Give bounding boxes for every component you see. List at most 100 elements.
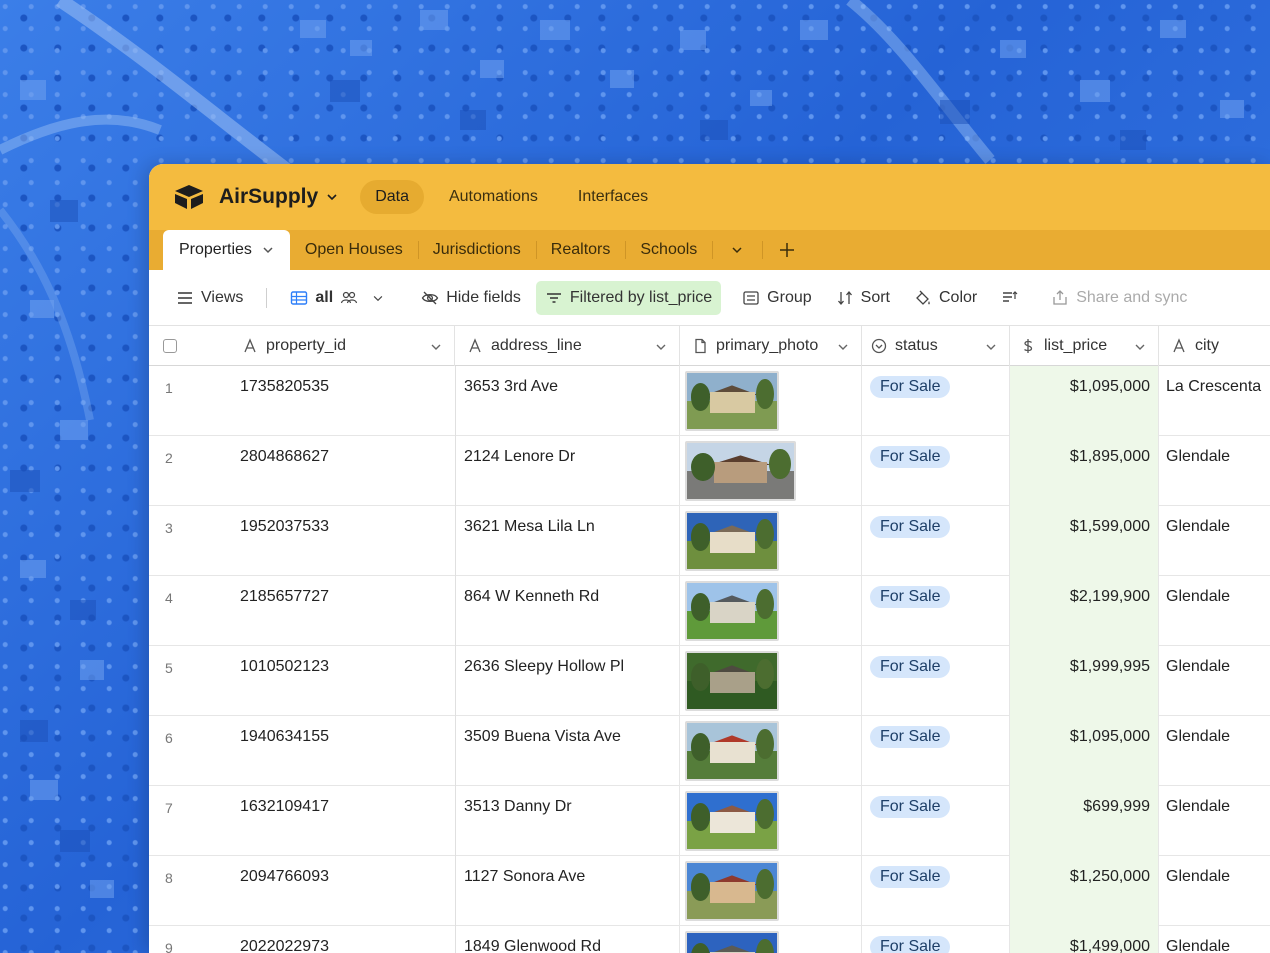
property-id-cell[interactable]: 2094766093 bbox=[230, 856, 455, 926]
property-id-cell[interactable]: 1632109417 bbox=[230, 786, 455, 856]
tab-open-houses[interactable]: Open Houses bbox=[290, 230, 418, 270]
select-all-checkbox[interactable] bbox=[163, 339, 177, 353]
address-cell[interactable]: 1849 Glenwood Rd bbox=[455, 926, 680, 953]
column-header-property-id[interactable]: property_id bbox=[230, 326, 455, 366]
photo-cell[interactable] bbox=[680, 646, 862, 716]
views-button[interactable]: Views bbox=[167, 281, 252, 315]
city-cell[interactable]: Glendale bbox=[1159, 646, 1270, 716]
status-cell[interactable]: For Sale bbox=[862, 506, 1010, 576]
more-tables-button[interactable] bbox=[712, 230, 762, 270]
property-id-cell[interactable]: 2022022973 bbox=[230, 926, 455, 953]
city-cell[interactable]: Glendale bbox=[1159, 786, 1270, 856]
photo-cell[interactable] bbox=[680, 436, 862, 506]
address-cell[interactable]: 864 W Kenneth Rd bbox=[455, 576, 680, 646]
column-header-city[interactable]: city bbox=[1159, 326, 1270, 366]
city-cell[interactable]: Glendale bbox=[1159, 716, 1270, 786]
hide-fields-button[interactable]: Hide fields bbox=[412, 281, 530, 315]
app-name[interactable]: AirSupply bbox=[219, 185, 318, 209]
property-id-cell[interactable]: 1735820535 bbox=[230, 366, 455, 436]
chevron-down-icon[interactable] bbox=[430, 341, 442, 353]
status-cell[interactable]: For Sale bbox=[862, 856, 1010, 926]
status-cell[interactable]: For Sale bbox=[862, 926, 1010, 953]
table-row[interactable]: 4 2185657727 864 W Kenneth Rd For Sale $… bbox=[149, 576, 1270, 646]
city-cell[interactable]: Glendale bbox=[1159, 926, 1270, 953]
city-cell[interactable]: La Crescenta bbox=[1159, 366, 1270, 436]
tab-schools[interactable]: Schools bbox=[625, 230, 712, 270]
tab-jurisdictions[interactable]: Jurisdictions bbox=[417, 230, 536, 270]
column-header-list-price[interactable]: list_price bbox=[1010, 326, 1159, 366]
price-cell[interactable]: $1,999,995 bbox=[1010, 646, 1159, 716]
photo-cell[interactable] bbox=[680, 366, 862, 436]
table-row[interactable]: 8 2094766093 1127 Sonora Ave For Sale $1… bbox=[149, 856, 1270, 926]
table-row[interactable]: 6 1940634155 3509 Buena Vista Ave For Sa… bbox=[149, 716, 1270, 786]
price-cell[interactable]: $1,599,000 bbox=[1010, 506, 1159, 576]
city-cell[interactable]: Glendale bbox=[1159, 576, 1270, 646]
city-cell[interactable]: Glendale bbox=[1159, 506, 1270, 576]
chevron-down-icon[interactable] bbox=[262, 244, 274, 256]
address-cell[interactable]: 2636 Sleepy Hollow Pl bbox=[455, 646, 680, 716]
color-button[interactable]: Color bbox=[905, 281, 986, 315]
row-height-button[interactable] bbox=[992, 281, 1028, 315]
property-id-cell[interactable]: 1952037533 bbox=[230, 506, 455, 576]
table-row[interactable]: 3 1952037533 3621 Mesa Lila Ln For Sale … bbox=[149, 506, 1270, 576]
column-header-address-line[interactable]: address_line bbox=[455, 326, 680, 366]
chevron-down-icon[interactable] bbox=[655, 341, 667, 353]
status-cell[interactable]: For Sale bbox=[862, 716, 1010, 786]
address-cell[interactable]: 3653 3rd Ave bbox=[455, 366, 680, 436]
nav-interfaces[interactable]: Interfaces bbox=[578, 188, 648, 206]
tab-realtors[interactable]: Realtors bbox=[535, 230, 626, 270]
property-photo-thumbnail[interactable] bbox=[685, 861, 779, 921]
price-cell[interactable]: $699,999 bbox=[1010, 786, 1159, 856]
price-cell[interactable]: $1,499,000 bbox=[1010, 926, 1159, 953]
property-id-cell[interactable]: 2185657727 bbox=[230, 576, 455, 646]
add-table-button[interactable] bbox=[762, 230, 812, 270]
property-id-cell[interactable]: 1940634155 bbox=[230, 716, 455, 786]
property-id-cell[interactable]: 1010502123 bbox=[230, 646, 455, 716]
group-button[interactable]: Group bbox=[733, 281, 820, 315]
property-photo-thumbnail[interactable] bbox=[685, 581, 779, 641]
status-cell[interactable]: For Sale bbox=[862, 786, 1010, 856]
table-row[interactable]: 9 2022022973 1849 Glenwood Rd For Sale $… bbox=[149, 926, 1270, 953]
column-header-primary-photo[interactable]: primary_photo bbox=[680, 326, 862, 366]
property-id-cell[interactable]: 2804868627 bbox=[230, 436, 455, 506]
photo-cell[interactable] bbox=[680, 856, 862, 926]
table-row[interactable]: 7 1632109417 3513 Danny Dr For Sale $699… bbox=[149, 786, 1270, 856]
price-cell[interactable]: $1,095,000 bbox=[1010, 366, 1159, 436]
property-photo-thumbnail[interactable] bbox=[685, 441, 796, 501]
city-cell[interactable]: Glendale bbox=[1159, 436, 1270, 506]
address-cell[interactable]: 1127 Sonora Ave bbox=[455, 856, 680, 926]
property-photo-thumbnail[interactable] bbox=[685, 651, 779, 711]
address-cell[interactable]: 3621 Mesa Lila Ln bbox=[455, 506, 680, 576]
address-cell[interactable]: 3513 Danny Dr bbox=[455, 786, 680, 856]
address-cell[interactable]: 3509 Buena Vista Ave bbox=[455, 716, 680, 786]
property-photo-thumbnail[interactable] bbox=[685, 931, 779, 953]
photo-cell[interactable] bbox=[680, 786, 862, 856]
table-row[interactable]: 2 2804868627 2124 Lenore Dr For Sale $1,… bbox=[149, 436, 1270, 506]
chevron-down-icon[interactable] bbox=[326, 191, 338, 203]
table-row[interactable]: 5 1010502123 2636 Sleepy Hollow Pl For S… bbox=[149, 646, 1270, 716]
photo-cell[interactable] bbox=[680, 716, 862, 786]
sort-button[interactable]: Sort bbox=[827, 281, 899, 315]
status-cell[interactable]: For Sale bbox=[862, 366, 1010, 436]
property-photo-thumbnail[interactable] bbox=[685, 721, 779, 781]
address-cell[interactable]: 2124 Lenore Dr bbox=[455, 436, 680, 506]
price-cell[interactable]: $1,895,000 bbox=[1010, 436, 1159, 506]
status-cell[interactable]: For Sale bbox=[862, 436, 1010, 506]
table-row[interactable]: 1 1735820535 3653 3rd Ave For Sale $1,09… bbox=[149, 366, 1270, 436]
view-switcher[interactable]: all bbox=[281, 281, 394, 315]
nav-automations[interactable]: Automations bbox=[449, 188, 538, 206]
photo-cell[interactable] bbox=[680, 576, 862, 646]
share-and-sync-button[interactable]: Share and sync bbox=[1042, 281, 1196, 315]
price-cell[interactable]: $2,199,900 bbox=[1010, 576, 1159, 646]
property-photo-thumbnail[interactable] bbox=[685, 371, 779, 431]
photo-cell[interactable] bbox=[680, 926, 862, 953]
column-header-status[interactable]: status bbox=[862, 326, 1010, 366]
price-cell[interactable]: $1,095,000 bbox=[1010, 716, 1159, 786]
chevron-down-icon[interactable] bbox=[985, 341, 997, 353]
nav-data[interactable]: Data bbox=[360, 180, 424, 214]
chevron-down-icon[interactable] bbox=[1134, 341, 1146, 353]
photo-cell[interactable] bbox=[680, 506, 862, 576]
chevron-down-icon[interactable] bbox=[837, 341, 849, 353]
filter-button[interactable]: Filtered by list_price bbox=[535, 280, 722, 315]
city-cell[interactable]: Glendale bbox=[1159, 856, 1270, 926]
